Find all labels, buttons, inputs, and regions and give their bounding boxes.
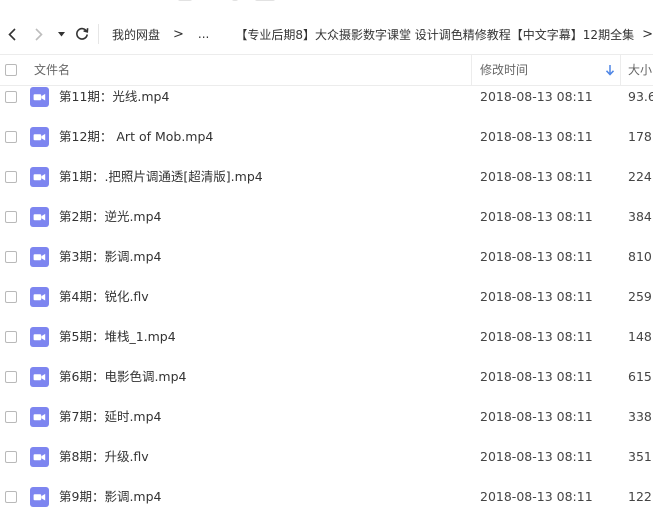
nav-divider [98, 24, 99, 44]
file-size: 338. [628, 409, 653, 424]
video-file-icon [30, 447, 49, 467]
file-row[interactable]: 第6期：电影色调.mp4 2018-08-13 08:11 615. [0, 357, 653, 397]
file-list: 第11期：光线.mp4 2018-08-13 08:11 93.6 第12期： … [0, 77, 653, 517]
file-modified-time: 2018-08-13 08:11 [480, 489, 593, 504]
top-window-strip [0, 0, 653, 14]
select-all-checkbox[interactable] [5, 64, 17, 76]
video-file-icon [30, 87, 49, 107]
file-name[interactable]: 第4期：锐化.flv [59, 277, 149, 317]
file-name[interactable]: 第2期：逆光.mp4 [59, 197, 162, 237]
file-modified-time: 2018-08-13 08:11 [480, 329, 593, 344]
file-size: 259. [628, 289, 653, 304]
breadcrumb-ellipsis[interactable]: ... [192, 27, 215, 41]
file-checkbox[interactable] [5, 291, 17, 303]
file-checkbox[interactable] [5, 371, 17, 383]
video-file-icon [30, 207, 49, 227]
file-modified-time: 2018-08-13 08:11 [480, 89, 593, 104]
sort-descending-icon[interactable] [605, 64, 615, 76]
video-file-icon [30, 287, 49, 307]
video-file-icon [30, 127, 49, 147]
file-row[interactable]: 第9期：影调.mp4 2018-08-13 08:11 122. [0, 477, 653, 517]
file-modified-time: 2018-08-13 08:11 [480, 249, 593, 264]
video-file-icon [30, 167, 49, 187]
navigation-bar: 我的网盘 > ... 【专业后期8】大众摄影数字课堂 设计调色精修教程【中文字幕… [0, 14, 653, 54]
video-file-icon [30, 487, 49, 507]
file-checkbox[interactable] [5, 131, 17, 143]
chevron-right-icon [34, 27, 43, 41]
file-row[interactable]: 第3期：影调.mp4 2018-08-13 08:11 810. [0, 237, 653, 277]
file-modified-time: 2018-08-13 08:11 [480, 369, 593, 384]
file-row[interactable]: 第5期：堆栈_1.mp4 2018-08-13 08:11 148. [0, 317, 653, 357]
file-modified-time: 2018-08-13 08:11 [480, 289, 593, 304]
file-row[interactable]: 第7期：延时.mp4 2018-08-13 08:11 338. [0, 397, 653, 437]
file-checkbox[interactable] [5, 171, 17, 183]
file-row[interactable]: 第12期： Art of Mob.mp4 2018-08-13 08:11 17… [0, 117, 653, 157]
file-name[interactable]: 第6期：电影色调.mp4 [59, 357, 187, 397]
file-name[interactable]: 第11期：光线.mp4 [59, 77, 169, 117]
file-row[interactable]: 第4期：锐化.flv 2018-08-13 08:11 259. [0, 277, 653, 317]
refresh-button[interactable] [71, 14, 92, 54]
file-name[interactable]: 第3期：影调.mp4 [59, 237, 162, 277]
file-row[interactable]: 第8期：升级.flv 2018-08-13 08:11 351. [0, 437, 653, 477]
file-name[interactable]: 第1期：.把照片调通透[超清版].mp4 [59, 157, 263, 197]
video-file-icon [30, 367, 49, 387]
file-row[interactable]: 第2期：逆光.mp4 2018-08-13 08:11 384. [0, 197, 653, 237]
file-name[interactable]: 第5期：堆栈_1.mp4 [59, 317, 176, 357]
breadcrumb-root[interactable]: 我的网盘 [107, 26, 165, 43]
file-name[interactable]: 第7期：延时.mp4 [59, 397, 162, 437]
breadcrumb-more-arrow[interactable]: > [634, 27, 653, 42]
file-checkbox[interactable] [5, 411, 17, 423]
caret-down-icon [58, 31, 66, 36]
breadcrumb-separator: > [172, 26, 184, 42]
file-checkbox[interactable] [5, 451, 17, 463]
file-modified-time: 2018-08-13 08:11 [480, 449, 593, 464]
file-size: 122. [628, 489, 653, 504]
video-file-icon [30, 407, 49, 427]
file-row[interactable]: 第11期：光线.mp4 2018-08-13 08:11 93.6 [0, 77, 653, 117]
file-size: 148. [628, 329, 653, 344]
file-size: 384. [628, 209, 653, 224]
file-size: 224. [628, 169, 653, 184]
file-name[interactable]: 第12期： Art of Mob.mp4 [59, 117, 213, 157]
file-size: 351. [628, 449, 653, 464]
chevron-left-icon [8, 27, 16, 41]
video-file-icon [30, 247, 49, 267]
history-dropdown-button[interactable] [53, 14, 72, 54]
file-checkbox[interactable] [5, 331, 17, 343]
file-row[interactable]: 第1期：.把照片调通透[超清版].mp4 2018-08-13 08:11 22… [0, 157, 653, 197]
file-modified-time: 2018-08-13 08:11 [480, 169, 593, 184]
file-modified-time: 2018-08-13 08:11 [480, 209, 593, 224]
file-size: 615. [628, 369, 653, 384]
file-checkbox[interactable] [5, 91, 17, 103]
file-size: 810. [628, 249, 653, 264]
file-name[interactable]: 第8期：升级.flv [59, 437, 149, 477]
file-checkbox[interactable] [5, 211, 17, 223]
forward-button[interactable] [24, 14, 52, 54]
file-modified-time: 2018-08-13 08:11 [480, 129, 593, 144]
video-file-icon [30, 327, 49, 347]
file-size: 178. [628, 129, 653, 144]
breadcrumb-current-folder[interactable]: 【专业后期8】大众摄影数字课堂 设计调色精修教程【中文字幕】12期全集 [215, 26, 634, 43]
file-checkbox[interactable] [5, 251, 17, 263]
refresh-icon [75, 27, 89, 40]
back-button[interactable] [0, 14, 24, 54]
file-modified-time: 2018-08-13 08:11 [480, 409, 593, 424]
file-name[interactable]: 第9期：影调.mp4 [59, 477, 162, 517]
file-size: 93.6 [628, 89, 653, 104]
file-checkbox[interactable] [5, 491, 17, 503]
